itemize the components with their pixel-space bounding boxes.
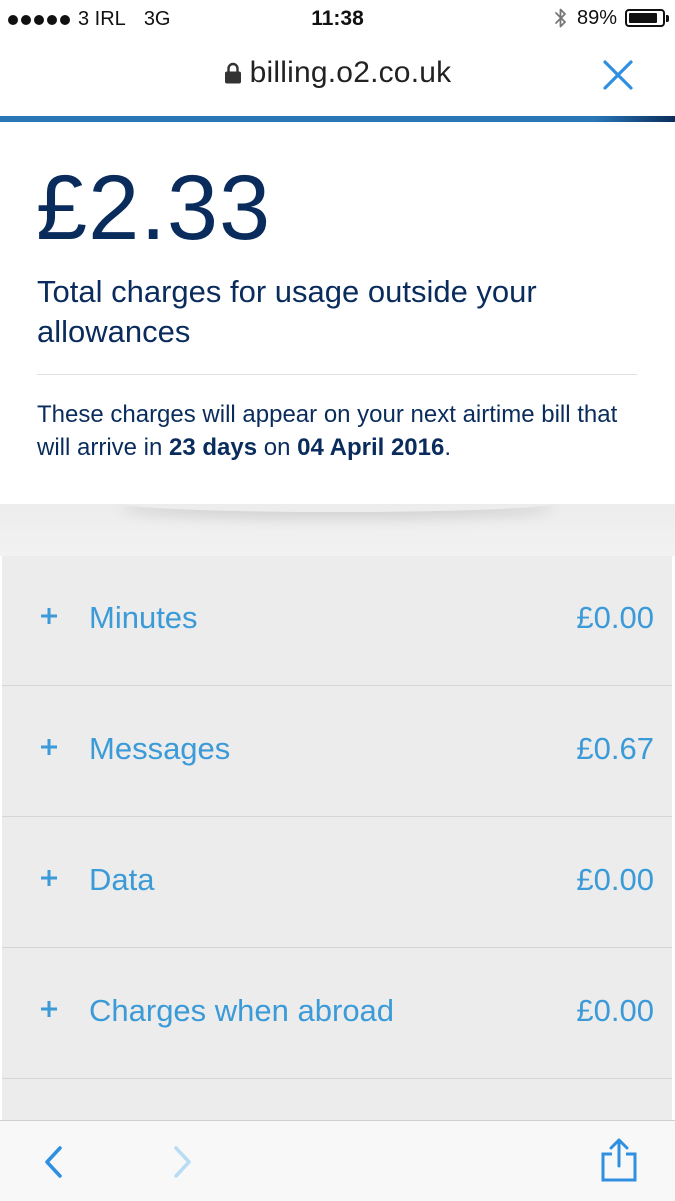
- total-amount-caption: Total charges for usage outside your all…: [37, 274, 537, 349]
- notice-date: 04 April 2016: [297, 434, 445, 461]
- address-display[interactable]: billing.o2.co.uk: [0, 56, 675, 90]
- charge-row-data[interactable]: Data £0.00: [2, 817, 672, 948]
- battery-percentage: 89%: [576, 6, 617, 29]
- charge-label: Data: [89, 862, 155, 897]
- summary-shadow: [0, 500, 675, 556]
- charge-label: Messages: [89, 731, 231, 766]
- url-bar: billing.o2.co.uk: [0, 38, 675, 116]
- plus-icon: [41, 739, 57, 755]
- charge-label: Minutes: [89, 600, 198, 635]
- plus-icon: [41, 1001, 57, 1017]
- signal-strength-icon: [8, 14, 70, 25]
- charges-list: Minutes £0.00 Messages £0.67 Data £0.00 …: [2, 555, 672, 1120]
- battery-level: [629, 13, 658, 23]
- charge-row-messages[interactable]: Messages £0.67: [2, 686, 672, 817]
- charges-summary: £2.33 Total charges for usage outside yo…: [0, 122, 675, 504]
- charge-amount: £0.00: [576, 600, 654, 635]
- chevron-right-icon[interactable]: [168, 1143, 196, 1181]
- charge-amount: £0.67: [576, 731, 654, 766]
- browser-toolbar: [0, 1120, 675, 1201]
- chevron-left-icon[interactable]: [40, 1143, 68, 1181]
- lock-icon: [224, 62, 241, 84]
- notice-text-mid: on: [257, 434, 298, 461]
- status-left: 3 IRL 3G: [8, 8, 171, 31]
- charge-amount: £0.00: [576, 862, 654, 897]
- notice-text-end: .: [444, 434, 452, 461]
- charge-row-minutes[interactable]: Minutes £0.00: [2, 555, 672, 686]
- share-icon[interactable]: [599, 1137, 639, 1183]
- battery-icon: [625, 9, 669, 27]
- charge-row-abroad[interactable]: Charges when abroad £0.00: [2, 948, 672, 1079]
- network-type: 3G: [143, 8, 171, 30]
- plus-icon: [41, 870, 57, 886]
- bluetooth-icon: [555, 8, 566, 28]
- charge-label: Charges when abroad: [89, 993, 395, 1028]
- notice-days: 23 days: [169, 434, 258, 461]
- status-right: 89%: [553, 6, 669, 30]
- carrier-name: 3 IRL: [78, 8, 126, 30]
- divider: [37, 374, 637, 375]
- charge-amount: £0.00: [576, 993, 654, 1028]
- billing-notice: These charges will appear on your next a…: [37, 398, 647, 464]
- status-bar: 3 IRL 3G 11:38 89%: [0, 0, 675, 38]
- url-text: billing.o2.co.uk: [249, 56, 452, 89]
- plus-icon: [41, 608, 57, 624]
- close-icon[interactable]: [601, 58, 635, 92]
- total-amount: £2.33: [36, 157, 272, 259]
